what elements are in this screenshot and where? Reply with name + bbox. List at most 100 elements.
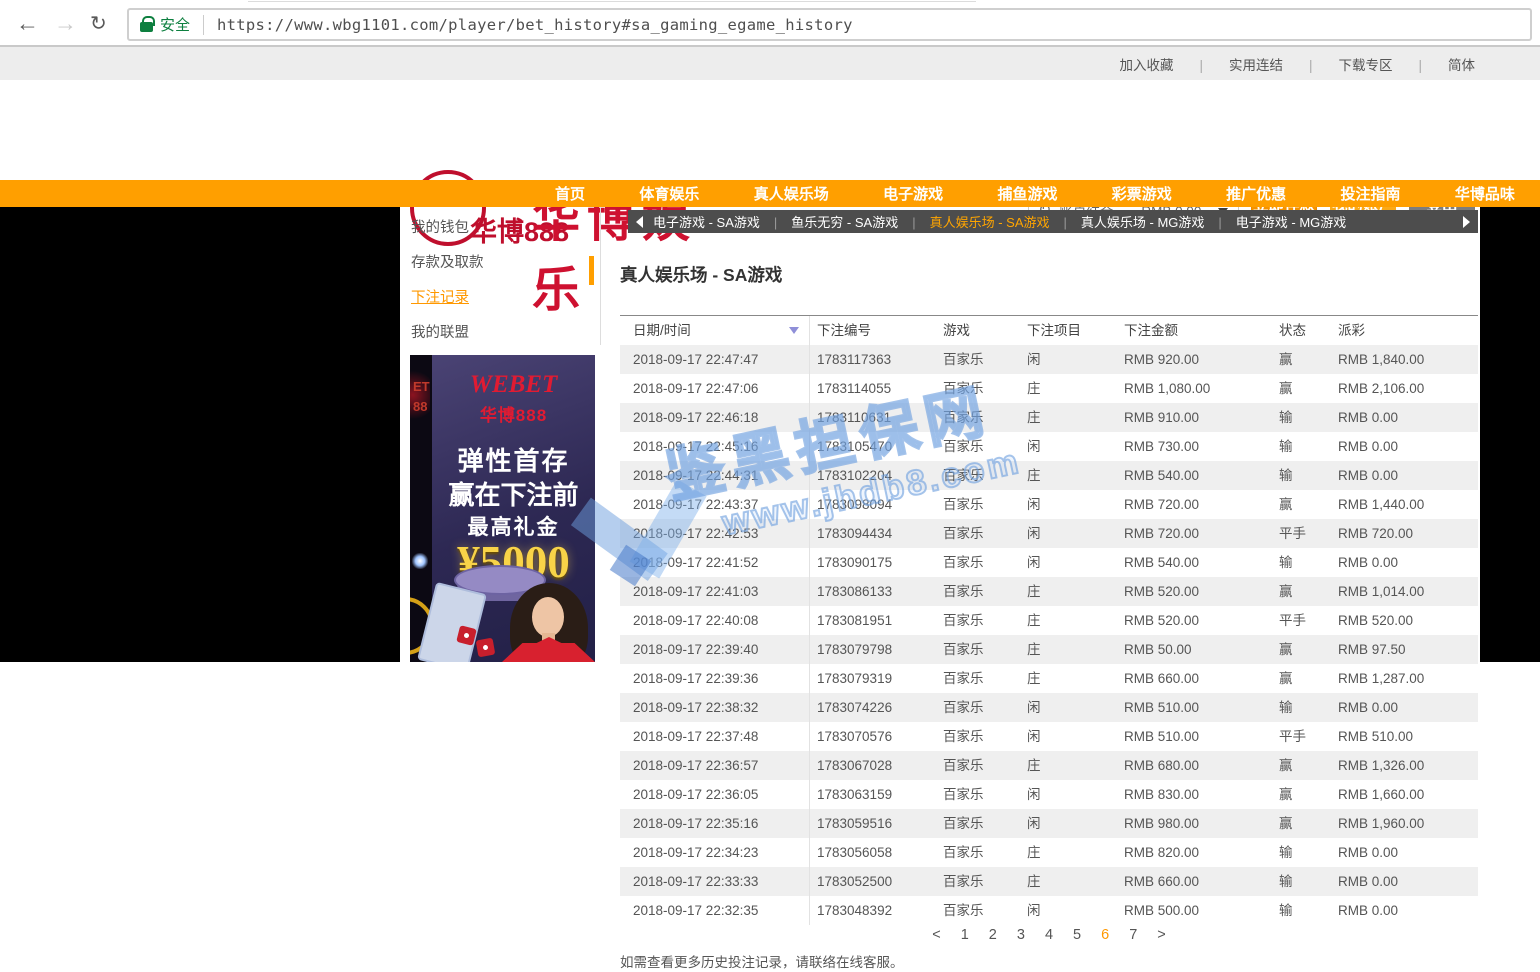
browser-window: ← → ↻ 安全 https://www.wbg1101.com/player/… [0,0,1540,972]
cell-time: 2018-09-17 22:40:08 [620,606,810,635]
sidebar-active-marker [589,256,594,285]
cell-payout: RMB 0.00 [1331,403,1477,432]
nav-item[interactable]: 投注指南 [1341,183,1401,204]
top-link[interactable]: 实用连结 [1173,54,1283,74]
cell-payout: RMB 1,440.00 [1331,490,1477,519]
col-header-amount: 下注金额 [1117,316,1271,345]
top-link[interactable]: 简体 [1392,54,1475,74]
cell-time: 2018-09-17 22:36:57 [620,751,810,780]
cell-time: 2018-09-17 22:41:52 [620,548,810,577]
history-tab[interactable]: 鱼乐无穷 - SA游戏 [760,212,898,231]
banner-sliver-spark [412,553,428,569]
cell-payout: RMB 510.00 [1331,722,1477,751]
page-button[interactable]: 2 [989,927,997,943]
page-button[interactable]: 7 [1129,927,1137,943]
cell-status: 输 [1271,693,1331,722]
cell-status: 赢 [1271,809,1331,838]
cell-game: 百家乐 [937,664,1021,693]
nav-item[interactable]: 彩票游戏 [1112,183,1172,204]
cell-status: 输 [1271,432,1331,461]
cell-amount: RMB 540.00 [1117,548,1271,577]
cell-bet-id: 1783063159 [810,780,937,809]
cell-game: 百家乐 [937,403,1021,432]
history-tab[interactable]: 电子游戏 - MG游戏 [1204,212,1346,231]
url-divider [203,15,204,35]
nav-item[interactable]: 首页 [555,183,585,204]
cell-bet-id: 1783079319 [810,664,937,693]
cell-status: 赢 [1271,635,1331,664]
cell-status: 赢 [1271,577,1331,606]
cell-bet-item: 闲 [1021,490,1117,519]
page-button[interactable]: 4 [1045,927,1053,943]
sort-desc-icon [789,327,799,334]
cell-bet-item: 庄 [1021,664,1117,693]
col-header-status: 状态 [1271,316,1331,345]
nav-item[interactable]: 华博品味 [1455,183,1515,204]
cell-time: 2018-09-17 22:46:18 [620,403,810,432]
page-button[interactable]: 1 [961,927,969,943]
cell-bet-id: 1783048392 [810,896,937,925]
cell-game: 百家乐 [937,693,1021,722]
sidebar-item[interactable]: 我的联盟 [410,314,590,349]
nav-item[interactable]: 捕鱼游戏 [997,183,1057,204]
reload-icon[interactable]: ↻ [90,11,107,36]
cell-status: 输 [1271,867,1331,896]
cell-status: 平手 [1271,519,1331,548]
history-tab[interactable]: 电子游戏 - SA游戏 [653,212,760,231]
back-icon[interactable]: ← [16,10,39,37]
cell-status: 赢 [1271,664,1331,693]
sidebar-item[interactable]: 存款及取款 [410,244,590,279]
col-header-game: 游戏 [937,316,1021,345]
sidebar-item[interactable]: 我的钱包 [410,209,590,244]
page-button[interactable]: 5 [1073,927,1081,943]
nav-item[interactable]: 真人娱乐场 [754,183,829,204]
col-header-time[interactable]: 日期/时间 [620,316,810,345]
cell-game: 百家乐 [937,548,1021,577]
nav-item[interactable]: 推广优惠 [1226,183,1286,204]
cell-game: 百家乐 [937,519,1021,548]
page-button[interactable]: 6 [1101,927,1109,943]
page-button[interactable]: < [932,927,940,943]
cell-payout: RMB 2,106.00 [1331,374,1477,403]
table-row: 2018-09-17 22:46:18 1783110631 百家乐 庄 RMB… [620,403,1478,432]
promo-banner[interactable]: ET 88 WEBET 华博888 弹性首存 赢在下注前 最高礼金 ¥5000 [410,355,595,662]
cell-bet-id: 1783052500 [810,867,937,896]
cell-bet-id: 1783117363 [810,345,937,374]
cell-payout: RMB 520.00 [1331,606,1477,635]
url-text: https://www.wbg1101.com/player/bet_histo… [217,16,853,34]
tabs-scroll-left-icon[interactable] [636,216,643,228]
cell-bet-item: 闲 [1021,780,1117,809]
top-link[interactable]: 加入收藏 [1119,54,1173,74]
cell-payout: RMB 1,840.00 [1331,345,1477,374]
history-tab[interactable]: 真人娱乐场 - SA游戏 [898,212,1049,231]
banner-logo-888: 华博888 [432,401,595,426]
cell-amount: RMB 520.00 [1117,606,1271,635]
cell-bet-id: 1783059516 [810,809,937,838]
page-button[interactable]: > [1157,927,1165,943]
tabs-scroll-right-icon[interactable] [1463,216,1470,228]
sidebar-item[interactable]: 下注记录 [410,279,590,314]
cell-time: 2018-09-17 22:44:31 [620,461,810,490]
cell-status: 输 [1271,896,1331,925]
page-button[interactable]: 3 [1017,927,1025,943]
cell-bet-id: 1783090175 [810,548,937,577]
cell-bet-item: 庄 [1021,577,1117,606]
cell-amount: RMB 660.00 [1117,664,1271,693]
nav-item[interactable]: 体育娱乐 [639,183,699,204]
cell-status: 输 [1271,403,1331,432]
cell-time: 2018-09-17 22:39:40 [620,635,810,664]
top-link[interactable]: 下载专区 [1283,54,1393,74]
history-tab[interactable]: 真人娱乐场 - MG游戏 [1050,212,1205,231]
address-bar[interactable]: 安全 https://www.wbg1101.com/player/bet_hi… [127,8,1532,41]
cell-bet-id: 1783086133 [810,577,937,606]
nav-item[interactable]: 电子游戏 [883,183,943,204]
cell-bet-item: 闲 [1021,345,1117,374]
cell-game: 百家乐 [937,374,1021,403]
cell-bet-item: 庄 [1021,461,1117,490]
cell-bet-item: 闲 [1021,896,1117,925]
cell-bet-item: 庄 [1021,838,1117,867]
col-header-payout: 派彩 [1331,316,1477,345]
forward-icon[interactable]: → [54,10,77,37]
cell-bet-item: 闲 [1021,519,1117,548]
table-row: 2018-09-17 22:34:23 1783056058 百家乐 庄 RMB… [620,838,1478,867]
